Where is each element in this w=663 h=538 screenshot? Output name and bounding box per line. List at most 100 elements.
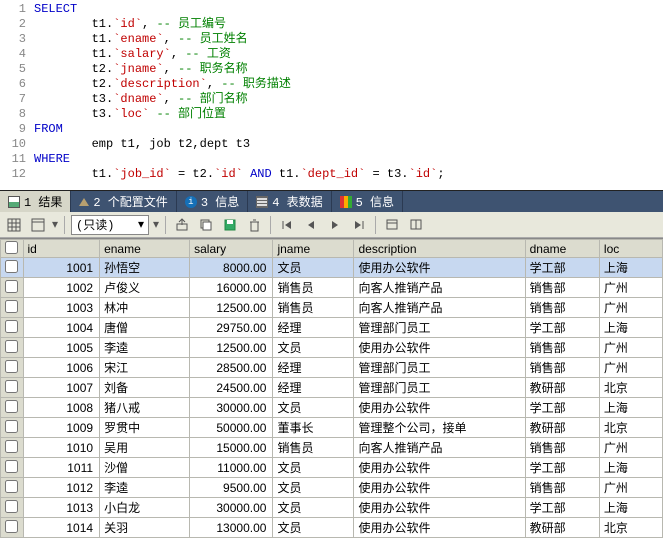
cell-salary[interactable]: 50000.00 <box>190 418 273 438</box>
table-row[interactable]: 1013小白龙30000.00文员使用办公软件学工部上海 <box>1 498 663 518</box>
cell-description[interactable]: 使用办公软件 <box>354 478 525 498</box>
row-checkbox-cell[interactable] <box>1 518 24 538</box>
cell-jname[interactable]: 经理 <box>273 318 354 338</box>
row-checkbox-cell[interactable] <box>1 458 24 478</box>
cell-description[interactable]: 向客人推销产品 <box>354 438 525 458</box>
row-checkbox-cell[interactable] <box>1 298 24 318</box>
cell-ename[interactable]: 唐僧 <box>100 318 190 338</box>
cell-salary[interactable]: 30000.00 <box>190 498 273 518</box>
cell-dname[interactable]: 学工部 <box>525 458 599 478</box>
row-checkbox-cell[interactable] <box>1 338 24 358</box>
row-checkbox-cell[interactable] <box>1 358 24 378</box>
row-checkbox-cell[interactable] <box>1 478 24 498</box>
cell-jname[interactable]: 经理 <box>273 358 354 378</box>
row-checkbox-cell[interactable] <box>1 438 24 458</box>
cell-loc[interactable]: 广州 <box>599 278 662 298</box>
cell-dname[interactable]: 教研部 <box>525 378 599 398</box>
cell-loc[interactable]: 北京 <box>599 378 662 398</box>
row-checkbox[interactable] <box>5 440 18 453</box>
cell-description[interactable]: 管理部门员工 <box>354 318 525 338</box>
col-id[interactable]: id <box>23 240 100 258</box>
cell-dname[interactable]: 教研部 <box>525 518 599 538</box>
cell-ename[interactable]: 猪八戒 <box>100 398 190 418</box>
edit-mode-dropdown[interactable]: (只读)▾ <box>71 215 149 235</box>
cell-ename[interactable]: 小白龙 <box>100 498 190 518</box>
cell-salary[interactable]: 24500.00 <box>190 378 273 398</box>
tab-profiles[interactable]: 2 个配置文件 <box>71 191 176 212</box>
cell-dname[interactable]: 学工部 <box>525 258 599 278</box>
cell-id[interactable]: 1003 <box>23 298 100 318</box>
cell-ename[interactable]: 关羽 <box>100 518 190 538</box>
cell-jname[interactable]: 文员 <box>273 478 354 498</box>
cell-id[interactable]: 1006 <box>23 358 100 378</box>
cell-jname[interactable]: 文员 <box>273 258 354 278</box>
cell-jname[interactable]: 文员 <box>273 518 354 538</box>
cell-loc[interactable]: 上海 <box>599 318 662 338</box>
save-button[interactable] <box>220 215 240 235</box>
cell-loc[interactable]: 广州 <box>599 358 662 378</box>
cell-id[interactable]: 1014 <box>23 518 100 538</box>
row-checkbox-cell[interactable] <box>1 318 24 338</box>
table-row[interactable]: 1010吴用15000.00销售员向客人推销产品销售部广州 <box>1 438 663 458</box>
view-form-button[interactable] <box>28 215 48 235</box>
cell-ename[interactable]: 刘备 <box>100 378 190 398</box>
cell-loc[interactable]: 上海 <box>599 258 662 278</box>
cell-salary[interactable]: 13000.00 <box>190 518 273 538</box>
cell-salary[interactable]: 30000.00 <box>190 398 273 418</box>
cell-description[interactable]: 使用办公软件 <box>354 518 525 538</box>
row-checkbox[interactable] <box>5 400 18 413</box>
cell-id[interactable]: 1001 <box>23 258 100 278</box>
cell-ename[interactable]: 宋江 <box>100 358 190 378</box>
prev-row-button[interactable] <box>301 215 321 235</box>
select-all-checkbox[interactable] <box>5 241 18 254</box>
export-button[interactable] <box>172 215 192 235</box>
cell-dname[interactable]: 销售部 <box>525 478 599 498</box>
cell-jname[interactable]: 文员 <box>273 498 354 518</box>
col-salary[interactable]: salary <box>190 240 273 258</box>
cell-dname[interactable]: 销售部 <box>525 298 599 318</box>
refresh-button[interactable] <box>406 215 426 235</box>
cell-description[interactable]: 向客人推销产品 <box>354 298 525 318</box>
cell-salary[interactable]: 11000.00 <box>190 458 273 478</box>
cell-jname[interactable]: 文员 <box>273 458 354 478</box>
delete-button[interactable] <box>244 215 264 235</box>
cell-dname[interactable]: 销售部 <box>525 278 599 298</box>
row-checkbox[interactable] <box>5 320 18 333</box>
cell-jname[interactable]: 董事长 <box>273 418 354 438</box>
cell-description[interactable]: 使用办公软件 <box>354 338 525 358</box>
cell-ename[interactable]: 吴用 <box>100 438 190 458</box>
cell-loc[interactable]: 广州 <box>599 338 662 358</box>
cell-loc[interactable]: 上海 <box>599 498 662 518</box>
col-description[interactable]: description <box>354 240 525 258</box>
cell-salary[interactable]: 12500.00 <box>190 298 273 318</box>
table-row[interactable]: 1006宋江28500.00经理管理部门员工销售部广州 <box>1 358 663 378</box>
tab-table-data[interactable]: 4 表数据 <box>248 191 331 212</box>
table-row[interactable]: 1003林冲12500.00销售员向客人推销产品销售部广州 <box>1 298 663 318</box>
cell-jname[interactable]: 经理 <box>273 378 354 398</box>
cell-salary[interactable]: 16000.00 <box>190 278 273 298</box>
row-checkbox[interactable] <box>5 500 18 513</box>
table-row[interactable]: 1008猪八戒30000.00文员使用办公软件学工部上海 <box>1 398 663 418</box>
cell-dname[interactable]: 学工部 <box>525 318 599 338</box>
cell-loc[interactable]: 上海 <box>599 398 662 418</box>
cell-description[interactable]: 管理整个公司，接单 <box>354 418 525 438</box>
row-checkbox-cell[interactable] <box>1 398 24 418</box>
table-row[interactable]: 1001孙悟空8000.00文员使用办公软件学工部上海 <box>1 258 663 278</box>
cell-salary[interactable]: 29750.00 <box>190 318 273 338</box>
table-row[interactable]: 1009罗贯中50000.00董事长管理整个公司，接单教研部北京 <box>1 418 663 438</box>
row-checkbox[interactable] <box>5 360 18 373</box>
cell-jname[interactable]: 文员 <box>273 338 354 358</box>
cell-jname[interactable]: 销售员 <box>273 298 354 318</box>
cell-loc[interactable]: 广州 <box>599 478 662 498</box>
cell-jname[interactable]: 销售员 <box>273 438 354 458</box>
cell-description[interactable]: 使用办公软件 <box>354 258 525 278</box>
col-dname[interactable]: dname <box>525 240 599 258</box>
cell-loc[interactable]: 广州 <box>599 298 662 318</box>
cell-dname[interactable]: 教研部 <box>525 418 599 438</box>
row-checkbox[interactable] <box>5 480 18 493</box>
tab-info-1[interactable]: i3 信息 <box>177 191 248 212</box>
row-checkbox-cell[interactable] <box>1 378 24 398</box>
row-checkbox-cell[interactable] <box>1 498 24 518</box>
cell-loc[interactable]: 上海 <box>599 458 662 478</box>
cell-description[interactable]: 向客人推销产品 <box>354 278 525 298</box>
